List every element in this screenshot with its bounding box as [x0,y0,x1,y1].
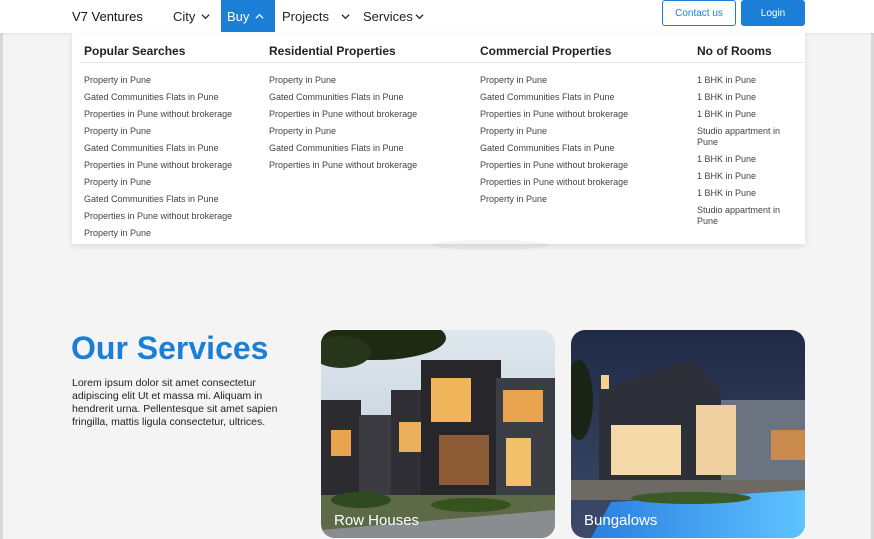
top-navbar: V7 Ventures City Buy Projects Services C… [0,0,874,33]
mega-col-list: Property in Pune Gated Communities Flats… [480,75,680,205]
mega-menu-link[interactable]: 1 BHK in Pune [697,171,801,182]
mega-menu-link[interactable]: Properties in Pune without brokerage [480,160,680,171]
services-title: Our Services [71,330,269,366]
mega-col-rooms: No of Rooms 1 BHK in Pune 1 BHK in Pune … [697,33,801,233]
mega-col-commercial: Commercial Properties Property in Pune G… [480,33,680,211]
nav-services-label: Services [363,8,413,24]
mega-menu-link[interactable]: Gated Communities Flats in Pune [84,143,264,154]
mega-col-list: Property in Pune Gated Communities Flats… [84,75,264,239]
mega-col-popular-searches: Popular Searches Property in Pune Gated … [84,33,264,245]
mega-col-list: Property in Pune Gated Communities Flats… [269,75,469,171]
nav-projects[interactable]: Projects [276,0,356,32]
mega-col-list: 1 BHK in Pune 1 BHK in Pune 1 BHK in Pun… [697,75,801,227]
services-description: Lorem ipsum dolor sit amet consectetur a… [72,377,278,428]
mega-col-title: Commercial Properties [480,44,612,58]
mega-menu-link[interactable]: Properties in Pune without brokerage [84,211,264,222]
mega-menu-link[interactable]: Property in Pune [84,177,264,188]
mega-menu-link[interactable]: Properties in Pune without brokerage [84,109,264,120]
mega-menu-link[interactable]: Properties in Pune without brokerage [269,160,469,171]
mega-menu-link[interactable]: Gated Communities Flats in Pune [84,92,264,103]
mega-menu-link[interactable]: Property in Pune [269,126,469,137]
row-houses-image [321,330,555,538]
mega-menu-link[interactable]: Studio appartment in Pune [697,205,801,227]
brand-logo[interactable]: V7 Ventures [72,9,143,24]
mega-menu-link[interactable]: Property in Pune [84,75,264,86]
buy-mega-menu: Popular Searches Property in Pune Gated … [72,33,805,244]
mega-menu-link[interactable]: Properties in Pune without brokerage [480,177,680,188]
chevron-down-icon [415,13,424,19]
nav-buy-label: Buy [227,8,250,24]
mega-col-title: Residential Properties [269,44,396,58]
service-card-row-houses[interactable]: Row Houses [321,330,555,538]
mega-menu-link[interactable]: Gated Communities Flats in Pune [480,92,680,103]
mega-menu-link[interactable]: Studio appartment in Pune [697,126,801,148]
nav-buy[interactable]: Buy [221,0,275,32]
contact-us-button[interactable]: Contact us [662,0,736,26]
mega-menu-link[interactable]: Property in Pune [84,126,264,137]
hero-card-shadow [430,240,550,250]
mega-col-title: No of Rooms [697,44,772,58]
mega-menu-link[interactable]: Gated Communities Flats in Pune [269,143,469,154]
mega-menu-link[interactable]: 1 BHK in Pune [697,109,801,120]
mega-menu-link[interactable]: 1 BHK in Pune [697,154,801,165]
mega-menu-link[interactable]: 1 BHK in Pune [697,188,801,199]
chevron-down-icon [201,13,210,19]
nav-city-label: City [173,8,196,24]
service-card-bungalows[interactable]: Bungalows [571,330,805,538]
mega-menu-link[interactable]: Property in Pune [480,194,680,205]
service-card-label: Bungalows [584,512,658,529]
mega-menu-link[interactable]: Property in Pune [84,228,264,239]
service-card-label: Row Houses [334,512,420,529]
mega-menu-link[interactable]: 1 BHK in Pune [697,92,801,103]
bungalows-image [571,330,805,538]
mega-menu-link[interactable]: Properties in Pune without brokerage [480,109,680,120]
chevron-up-icon [255,13,264,19]
login-button[interactable]: Login [741,0,805,26]
nav-projects-label: Projects [282,8,329,24]
mega-col-residential: Residential Properties Property in Pune … [269,33,469,177]
mega-menu-link[interactable]: Gated Communities Flats in Pune [84,194,264,205]
mega-col-title: Popular Searches [84,44,186,58]
mega-menu-link[interactable]: Gated Communities Flats in Pune [480,143,680,154]
mega-menu-link[interactable]: Property in Pune [269,75,469,86]
mega-menu-link[interactable]: Properties in Pune without brokerage [84,160,264,171]
mega-menu-link[interactable]: Gated Communities Flats in Pune [269,92,469,103]
mega-menu-link[interactable]: Property in Pune [480,75,680,86]
mega-menu-link[interactable]: Property in Pune [480,126,680,137]
mega-menu-link[interactable]: Properties in Pune without brokerage [269,109,469,120]
nav-city[interactable]: City [167,0,216,32]
chevron-down-icon [341,13,350,19]
mega-menu-link[interactable]: 1 BHK in Pune [697,75,801,86]
nav-services[interactable]: Services [357,0,430,32]
